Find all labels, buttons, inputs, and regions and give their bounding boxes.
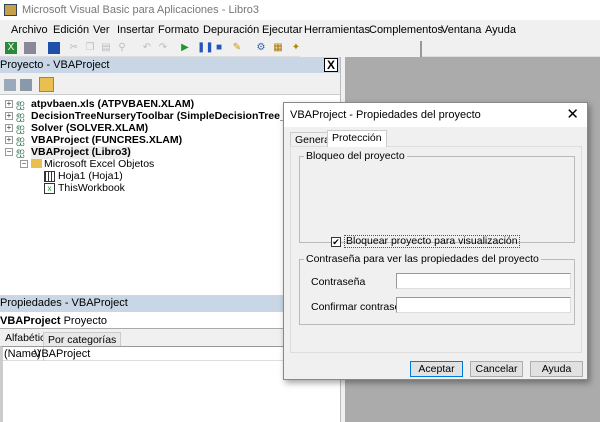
vbaproject-icon: ஐ (16, 122, 25, 134)
window-title: Microsoft Visual Basic para Aplicaciones… (22, 4, 260, 16)
password-input[interactable] (396, 273, 571, 289)
collapse-icon[interactable]: − (5, 148, 13, 156)
workbook-icon: x (44, 183, 55, 194)
save-icon[interactable] (48, 42, 60, 54)
accept-button[interactable]: Aceptar (410, 361, 463, 377)
project-pane-title: Proyecto - VBAProject (0, 59, 110, 71)
menu-bar: Archivo Edición Ver Insertar Formato Dep… (0, 20, 600, 40)
menu-ayuda[interactable]: Ayuda (485, 24, 516, 36)
view-code-icon[interactable] (4, 79, 16, 91)
redo-icon[interactable]: ↷ (157, 42, 169, 54)
expand-icon[interactable]: + (5, 100, 13, 108)
menu-ventana[interactable]: Ventana (441, 24, 481, 36)
vbaproject-icon: ஐ (16, 110, 25, 122)
stop-icon[interactable]: ■ (213, 42, 225, 54)
title-bar: Microsoft Visual Basic para Aplicaciones… (0, 0, 600, 20)
menu-depuracion[interactable]: Depuración (203, 24, 259, 36)
excel-icon[interactable]: X (5, 42, 17, 54)
help-button[interactable]: Ayuda (530, 361, 583, 377)
expand-icon[interactable]: + (5, 124, 13, 132)
project-explorer-icon[interactable]: ⚙ (255, 42, 267, 54)
insert-module-icon[interactable] (24, 42, 36, 54)
password-group: Contraseña para ver las propiedades del … (299, 253, 575, 325)
cut-icon[interactable]: ✂ (68, 42, 80, 54)
expand-icon[interactable]: + (5, 112, 13, 120)
properties-pane-title: Propiedades - VBAProject (0, 297, 128, 309)
project-pane-header: Proyecto - VBAProject (0, 57, 340, 73)
menu-ver[interactable]: Ver (93, 24, 110, 36)
property-value[interactable]: VBAProject (34, 347, 90, 361)
project-properties-dialog: VBAProject - Propiedades del proyecto ✕ … (283, 102, 588, 380)
view-object-icon[interactable] (20, 79, 32, 91)
properties-window-icon[interactable]: ▦ (272, 42, 284, 54)
lock-group-label: Bloqueo del proyecto (304, 150, 407, 162)
undo-icon[interactable]: ↶ (141, 42, 153, 54)
worksheet-icon (44, 171, 55, 182)
menu-herramientas[interactable]: Herramientas (304, 24, 370, 36)
menu-ejecutar[interactable]: Ejecutar (262, 24, 302, 36)
menu-formato[interactable]: Formato (158, 24, 199, 36)
collapse-icon[interactable]: − (20, 160, 28, 168)
tab-proteccion[interactable]: Protección (327, 130, 387, 147)
protection-tab-panel: Bloqueo del proyecto ✔ Bloquear proyecto… (290, 146, 582, 353)
run-icon[interactable]: ▶ (179, 42, 191, 54)
cancel-button[interactable]: Cancelar (470, 361, 523, 377)
vbaproject-icon: ஐ (16, 98, 25, 110)
toggle-folders-icon[interactable] (39, 77, 54, 92)
lock-group: Bloqueo del proyecto ✔ Bloquear proyecto… (299, 150, 575, 248)
paste-icon[interactable]: ▤ (100, 42, 112, 54)
object-name: VBAProject (0, 315, 61, 327)
project-pane-close-button[interactable]: X (324, 58, 338, 72)
vba-app-icon (4, 4, 17, 16)
vbaproject-icon: ஐ (16, 146, 25, 158)
project-pane-toolbar (0, 73, 340, 95)
dialog-title-bar: VBAProject - Propiedades del proyecto (284, 103, 587, 127)
folder-icon (31, 159, 42, 168)
design-mode-icon[interactable]: ✎ (231, 42, 243, 54)
menu-complementos[interactable]: Complementos (369, 24, 443, 36)
copy-icon[interactable]: ❐ (84, 42, 96, 54)
pause-icon[interactable]: ❚❚ (197, 42, 214, 54)
menu-archivo[interactable]: Archivo (11, 24, 48, 36)
tab-por-categorias[interactable]: Por categorías (43, 332, 122, 346)
dialog-title: VBAProject - Propiedades del proyecto (290, 109, 481, 121)
password-label: Contraseña (311, 276, 366, 288)
lock-project-checkbox[interactable]: ✔ (331, 237, 341, 247)
expand-icon[interactable]: + (5, 136, 13, 144)
password-group-label: Contraseña para ver las propiedades del … (304, 253, 541, 265)
menu-insertar[interactable]: Insertar (117, 24, 154, 36)
dialog-close-button[interactable]: ✕ (566, 106, 579, 124)
find-icon[interactable]: ⚲ (116, 42, 128, 54)
toolbar-overflow[interactable] (300, 41, 422, 57)
vbaproject-icon: ஐ (16, 134, 25, 146)
confirm-password-input[interactable] (396, 297, 571, 313)
object-type: Proyecto (63, 315, 108, 327)
lock-project-label[interactable]: Bloquear proyecto para visualización (344, 235, 520, 248)
menu-edicion[interactable]: Edición (53, 24, 89, 36)
tree-node-thisworkbook[interactable]: ThisWorkbook (58, 182, 125, 195)
